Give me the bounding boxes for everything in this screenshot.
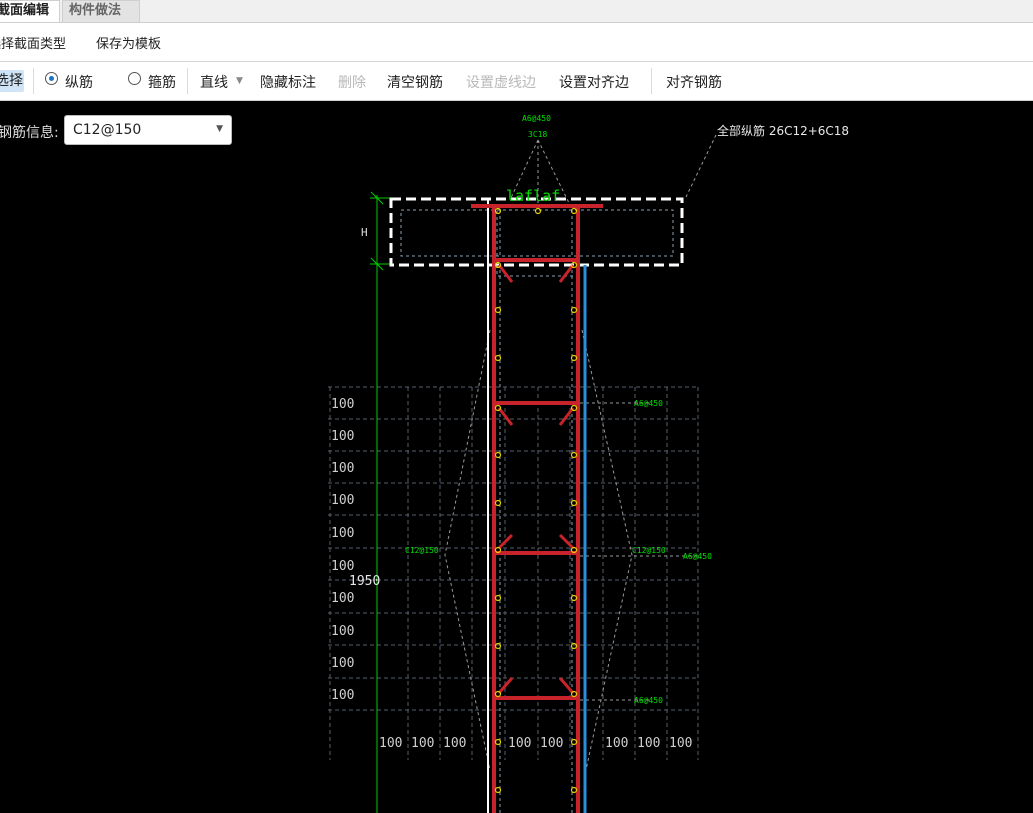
chevron-down-icon: ▼ [236,76,243,86]
select-section-type-menu[interactable]: 选择截面类型 [0,33,66,52]
rebar-info-label: 钢筋信息: [0,125,59,141]
line-dropdown-button[interactable]: 直线 [200,72,228,92]
guide-lines [444,134,717,771]
stirrup-label[interactable]: 箍筋 [148,72,176,92]
hide-annotation-button[interactable]: 隐藏标注 [260,72,316,92]
tab-bar: 截面编辑 构件做法 [0,0,1033,23]
grid-label: 100 [379,736,402,751]
top-label-3c18: 3C18 [528,130,547,139]
set-dashed-edge-button[interactable]: 设置虚线边 [466,72,536,92]
rebar-group[interactable] [471,204,603,813]
rebar-points[interactable] [494,207,578,794]
grid-label: 100 [637,736,660,751]
longitudinal-radio[interactable] [45,72,58,85]
total-rebar-label: 全部纵筋 26C12+6C18 [717,123,849,138]
grid-label: 100 [331,591,354,606]
left-rebar-label: C12@150 [405,546,439,555]
align-rebar-button[interactable]: 对齐钢筋 [666,72,722,92]
height-dim-label: 1950 [349,574,380,589]
height-dimension [370,191,392,813]
grid-label: 100 [331,493,354,508]
clear-rebar-button[interactable]: 清空钢筋 [387,72,443,92]
toolbar-separator [33,68,34,94]
grid-label: 100 [331,429,354,444]
right-rebar-label: C12@150 [632,546,666,555]
delete-button[interactable]: 删除 [338,72,366,92]
grid-label: 100 [331,461,354,476]
grid-label: 100 [331,688,354,703]
grid-label: 100 [331,656,354,671]
laflaf-label: laflaf [506,187,560,205]
toolbar-separator [651,68,652,94]
rebar-info-value: C12@150 [73,122,142,138]
grid-label: 100 [540,736,563,751]
grid-label: 100 [331,526,354,541]
select-button[interactable]: 选择 [0,70,24,92]
toolbar: 选择 纵筋 箍筋 直线 ▼ 隐藏标注 删除 清空钢筋 设置虚线边 设置对齐边 对… [0,62,1033,101]
grid-label: 100 [331,397,354,412]
chevron-down-icon: ▼ [216,124,223,134]
grid-label: 100 [669,736,692,751]
grid-label: 100 [411,736,434,751]
stirrup-radio[interactable] [128,72,141,85]
longitudinal-label[interactable]: 纵筋 [65,72,93,92]
menu-bar: 选择截面类型 保存为模板 [0,23,1033,62]
tab-section-edit[interactable]: 截面编辑 [0,0,60,22]
top-label-a6: A6@450 [522,114,551,123]
toolbar-separator [187,68,188,94]
tab-component-method[interactable]: 构件做法 [62,0,140,22]
flange-inner [400,209,674,257]
save-as-template-menu[interactable]: 保存为模板 [96,33,161,52]
grid-label: 100 [508,736,531,751]
stirrup-hooks [497,264,575,694]
set-align-edge-button[interactable]: 设置对齐边 [559,72,629,92]
rebar-info-select[interactable]: C12@150 ▼ [64,115,232,145]
grid-label: 100 [331,624,354,639]
section-drawing[interactable]: 100 100 100 100 100 100 100 100 100 100 … [0,101,1033,813]
a6-label: A6@450 [683,552,712,561]
a6-label: A6@450 [634,399,663,408]
grid-labels-bottom: 100 100 100 100 100 100 100 100 [379,736,692,751]
grid-label: 100 [331,559,354,574]
grid-label: 100 [443,736,466,751]
a6-label: A6@450 [634,696,663,705]
h-label: H [361,226,368,239]
annotations: A6@450 3C18 laflaf C12@150 C12@150 A6@45… [405,114,712,705]
grid-label: 100 [605,736,628,751]
grid-labels-left: 100 100 100 100 100 100 100 100 100 100 [331,397,354,703]
